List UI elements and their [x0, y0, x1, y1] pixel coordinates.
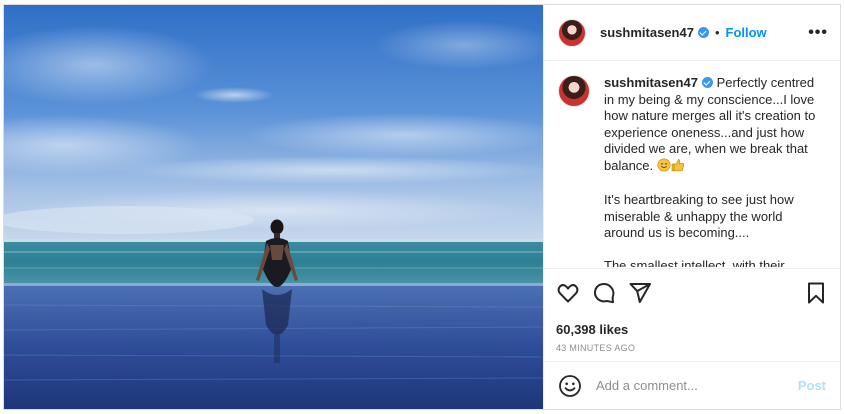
- post-actions: 60,398 likes 43 MINUTES AGO: [544, 268, 840, 353]
- post-comment-button[interactable]: Post: [798, 378, 826, 393]
- post-side-panel: sushmitasen47 • Follow ••• sushmitasen47…: [543, 5, 840, 409]
- more-options-icon[interactable]: •••: [808, 24, 828, 42]
- header-username[interactable]: sushmitasen47: [600, 25, 694, 40]
- instagram-post: sushmitasen47 • Follow ••• sushmitasen47…: [3, 4, 841, 410]
- caption-paragraph-3: The smallest intellect, with their: [604, 257, 785, 268]
- separator-dot: •: [714, 25, 720, 40]
- comment-bar: Post: [544, 361, 840, 409]
- paper-plane-icon[interactable]: [628, 281, 652, 305]
- verified-badge-icon: [697, 27, 709, 38]
- avatar[interactable]: [558, 18, 586, 47]
- like-count[interactable]: 60,398 likes: [556, 322, 828, 337]
- caption-avatar[interactable]: [558, 75, 590, 107]
- verified-badge-icon: [701, 77, 713, 88]
- comment-input[interactable]: [596, 378, 798, 393]
- speech-bubble-icon[interactable]: [592, 281, 616, 305]
- post-header: sushmitasen47 • Follow •••: [544, 5, 840, 61]
- heart-icon[interactable]: [556, 281, 580, 305]
- photo-infinity-pool-ocean: [4, 5, 543, 409]
- follow-button[interactable]: Follow: [726, 25, 767, 40]
- caption: sushmitasen47 Perfectly centred in my be…: [604, 75, 818, 267]
- hugging-face-icon: [657, 158, 671, 177]
- action-icons: [556, 281, 828, 305]
- post-timestamp[interactable]: 43 MINUTES AGO: [556, 343, 828, 353]
- caption-paragraph-2: It's heartbreaking to see just how miser…: [604, 192, 798, 240]
- bookmark-icon[interactable]: [804, 281, 828, 305]
- thumbs-up-icon: [671, 158, 685, 177]
- smiley-icon[interactable]: [558, 374, 582, 398]
- caption-username[interactable]: sushmitasen47: [604, 75, 698, 90]
- post-photo[interactable]: [4, 5, 543, 409]
- caption-scroll-area[interactable]: sushmitasen47 Perfectly centred in my be…: [544, 62, 840, 267]
- caption-paragraph-1: sushmitasen47 Perfectly centred in my be…: [604, 75, 818, 176]
